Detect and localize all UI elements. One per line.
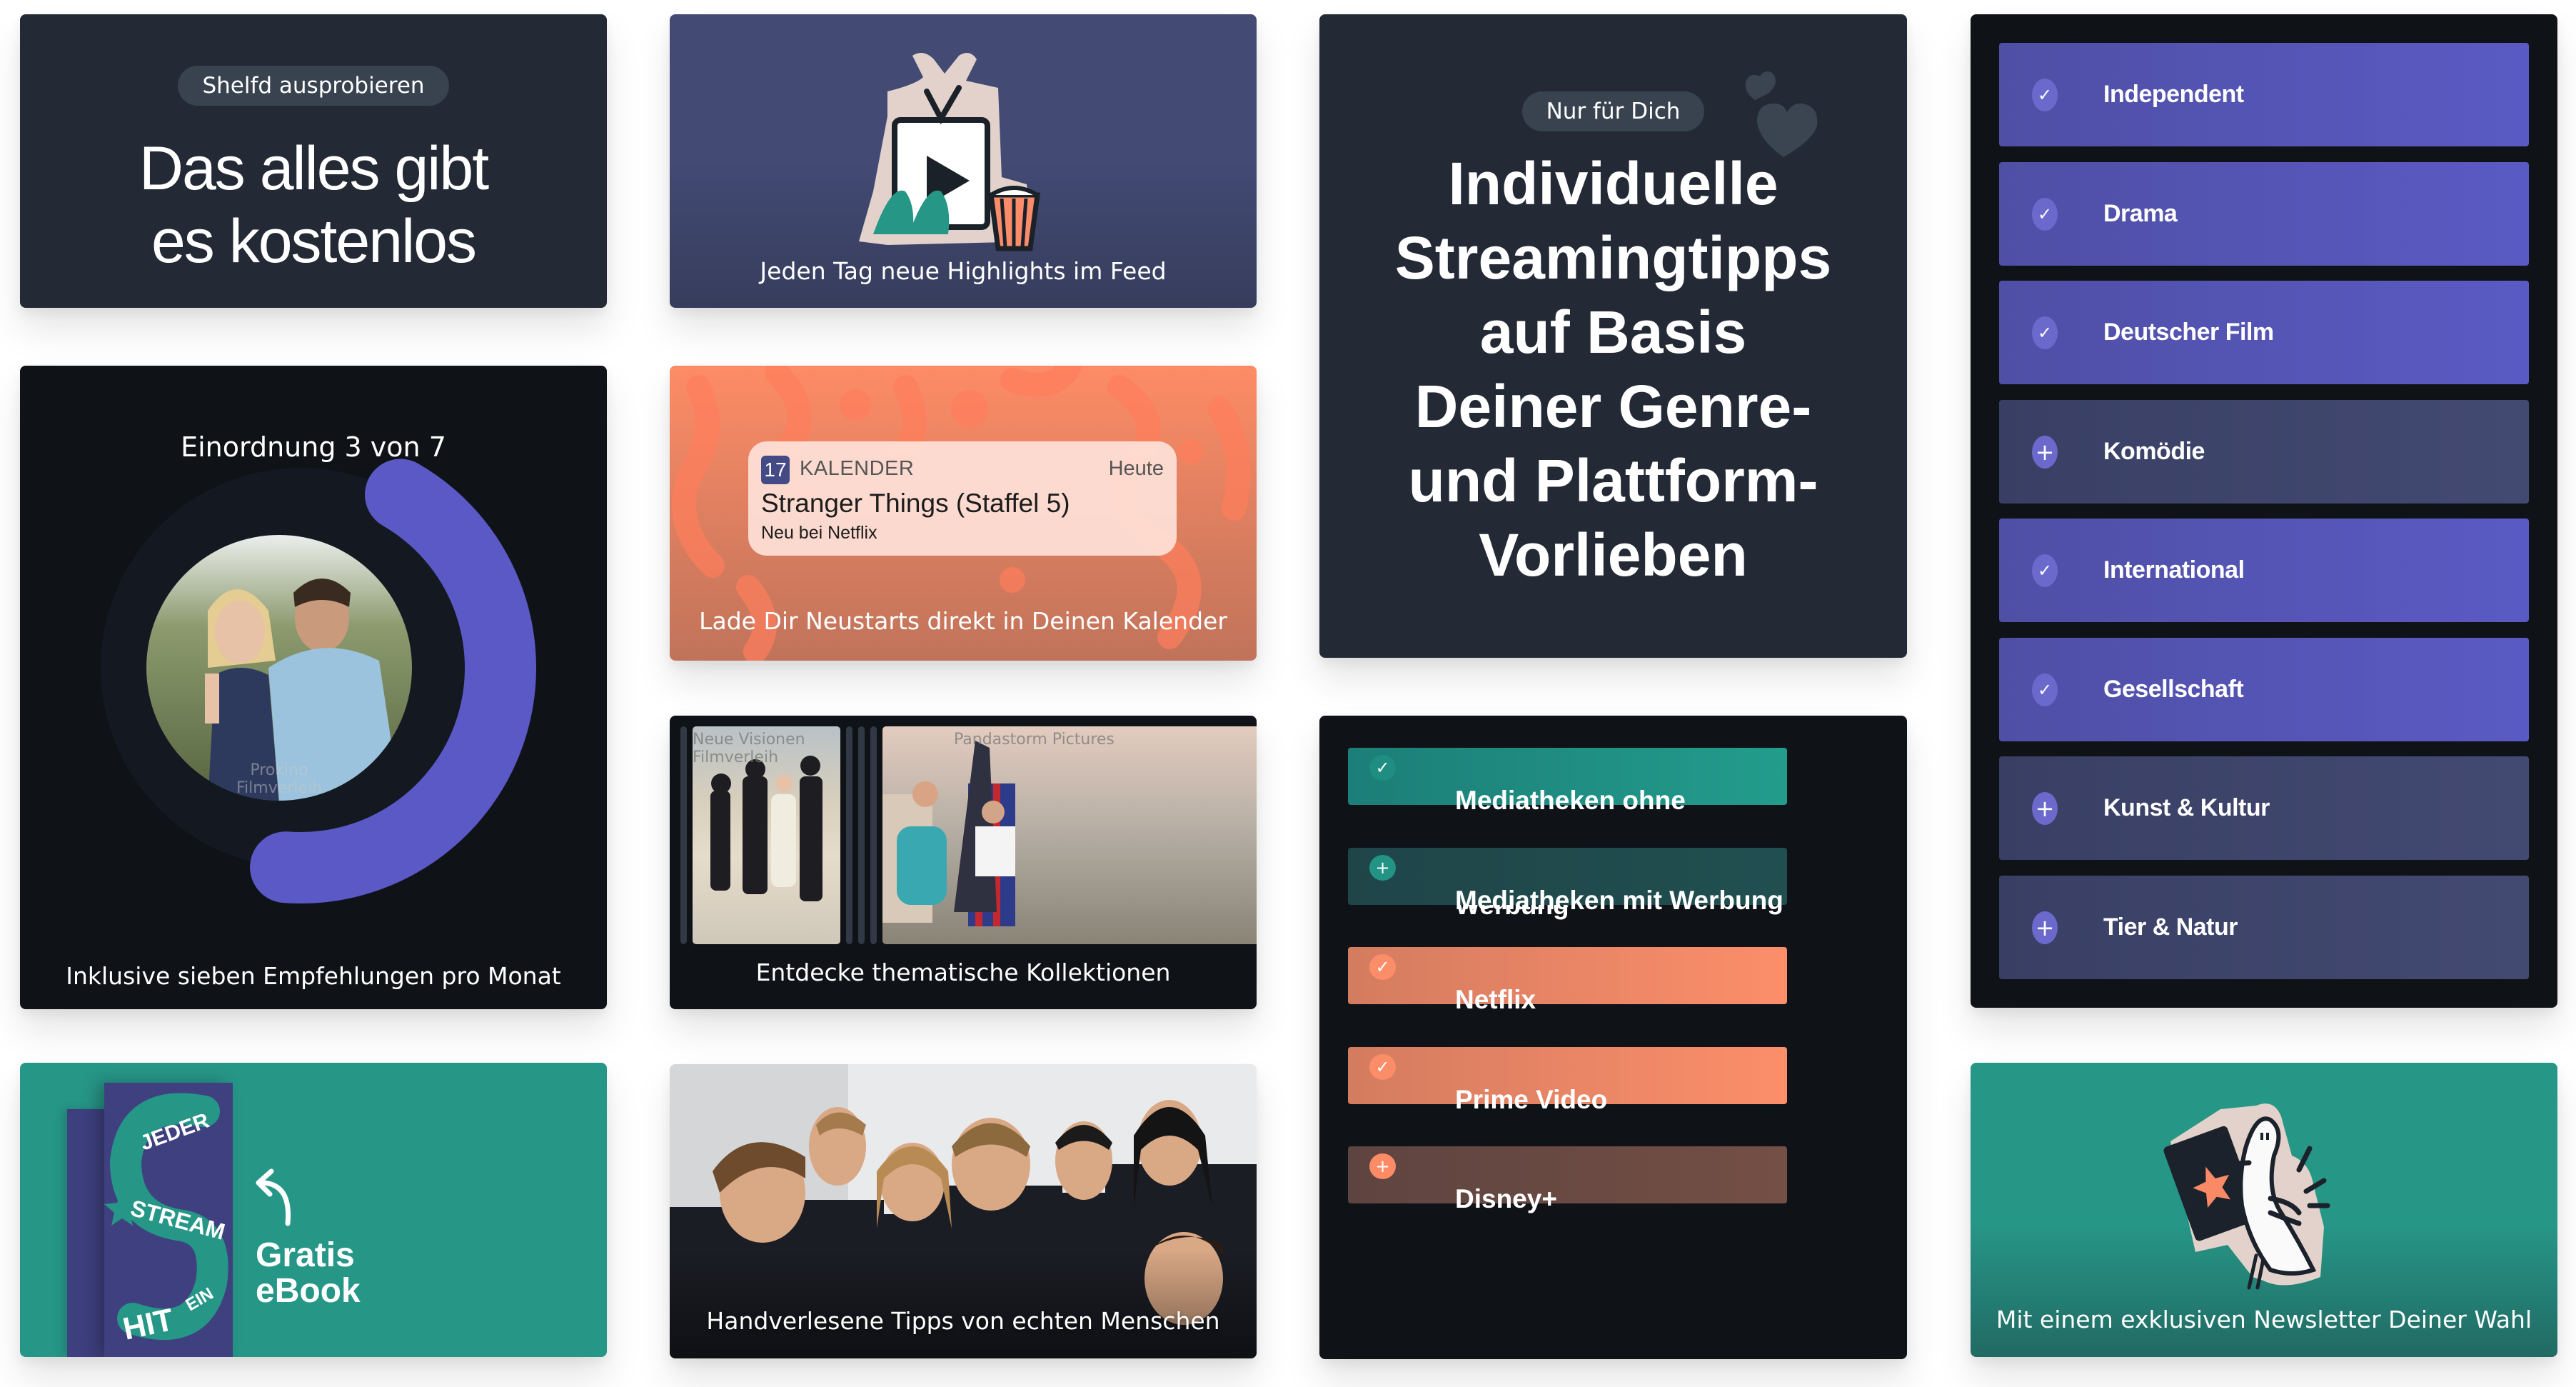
genre-option[interactable]: ✓ Gesellschaft [1999,637,2529,741]
genres-card: ✓ Independent ✓ Drama ✓ Deutscher Film + Komödi… [1971,14,2557,1008]
personalized-card[interactable]: Nur für Dich Individuelle Streamingtipps… [1319,14,1907,658]
notification-time: Heute [1108,457,1164,480]
platforms-card: ✓ Mediatheken ohne Werbung + Mediatheken mi… [1319,716,1907,1359]
collection-poster[interactable]: Pandastorm Pictures [882,726,1257,944]
platform-option[interactable]: ✓ Prime Video [1348,1046,1787,1114]
ebook-label-line: Gratis [256,1236,355,1274]
platform-option[interactable]: ✓ Mediatheken ohne Werbung [1348,748,1787,920]
genre-option[interactable]: + Komödie [1999,399,2529,504]
calendar-notification[interactable]: 17 KALENDER Heute Stranger Things (Staff… [748,441,1177,556]
platform-option-label: Prime Video [1455,1084,1608,1114]
free-trial-headline: Das alles gibt es kostenlos [20,132,607,278]
team-caption: Handverlesene Tipps von echten Menschen [706,1307,1220,1335]
ranking-progress-ring: Prokino Filmverleih [101,459,536,903]
check-icon: ✓ [2032,79,2058,111]
calendar-card[interactable]: 17 KALENDER Heute Stranger Things (Staff… [670,366,1257,661]
ebook-card[interactable]: JEDER STREAM EIN HIT Gratis eBook [20,1063,607,1357]
plus-icon: + [2032,435,2058,469]
platform-option[interactable]: ✓ Netflix [1348,947,1787,1014]
carousel-spacer [858,726,865,944]
check-icon: ✓ [2032,197,2058,231]
check-icon: ✓ [1369,1053,1396,1080]
carousel-spacer [846,726,852,944]
poster-credit: Neue Visionen Filmverleih [693,731,805,766]
headline-line: und Plattform- [1408,447,1818,514]
carousel-spacer [870,726,877,944]
collections-caption: Entdecke thematische Kollektionen [755,958,1171,986]
ranking-card[interactable]: Einordnung 3 von 7 Prokino Filmverleih I… [20,366,607,1009]
headline-line: Individuelle [1448,150,1778,217]
check-icon: ✓ [1369,954,1396,980]
calendar-app-icon: 17 [761,456,790,484]
newsletter-card[interactable]: Mit einem exklusiven Newsletter Deiner W… [1971,1063,2557,1357]
collection-poster[interactable]: Neue Visionen Filmverleih [693,726,840,944]
headline-line: Vorlieben [1479,521,1748,589]
feed-card[interactable]: Jeden Tag neue Highlights im Feed [670,14,1257,308]
genre-option-label: Komödie [2103,437,2205,465]
genre-option[interactable]: ✓ Independent [1999,43,2529,146]
genre-option[interactable]: ✓ Deutscher Film [1999,281,2529,384]
genre-option-label: Deutscher Film [2103,319,2274,346]
calendar-caption: Lade Dir Neustarts direkt in Deinen Kale… [699,607,1227,635]
newsletter-caption: Mit einem exklusiven Newsletter Deiner W… [1996,1306,2532,1333]
notification-subtitle: Neu bei Netflix [761,523,877,543]
free-trial-pill: Shelfd ausprobieren [178,66,449,106]
plus-icon: + [2032,911,2058,944]
genre-option-label: Tier & Natur [2103,913,2238,941]
notification-app-name: KALENDER [800,457,915,480]
feed-caption: Jeden Tag neue Highlights im Feed [760,257,1167,285]
free-trial-card[interactable]: Shelfd ausprobieren Das alles gibt es ko… [20,14,607,308]
plus-icon: + [1369,854,1396,881]
ebook-cover-art: JEDER STREAM EIN HIT [104,1093,228,1347]
platform-option-label: Netflix [1455,985,1536,1014]
pigeon-letter-icon [2163,1103,2330,1290]
genre-option-label: Kunst & Kultur [2103,794,2270,821]
genre-option[interactable]: + Tier & Natur [1999,875,2529,979]
curved-arrow-icon [256,1168,291,1226]
poster-image [882,741,1015,926]
genre-option[interactable]: ✓ Drama [1999,161,2529,266]
notification-title: Stranger Things (Staffel 5) [761,489,1070,518]
photo-credit: Prokino [250,761,308,779]
headline-line: es kostenlos [151,207,477,276]
photo-credit: Filmverleih [236,779,322,797]
platform-option[interactable]: + Mediatheken mit Werbung [1348,847,1787,915]
poster-credit: Pandastorm Pictures [954,731,1115,748]
platform-option[interactable]: + Disney+ [1348,1146,1787,1213]
carousel-spacer [680,726,687,944]
headline-line: Streamingtipps [1394,224,1832,291]
genre-option[interactable]: + Kunst & Kultur [1999,756,2529,860]
plus-icon: + [1369,1153,1396,1179]
check-icon: ✓ [2032,673,2058,706]
team-photo-card[interactable]: Handverlesene Tipps von echten Menschen [670,1064,1257,1358]
personal-headline: Individuelle Streamingtipps auf Basis De… [1319,146,1907,592]
ebook-label-line: eBook [256,1272,361,1310]
personal-pill: Nur für Dich [1521,91,1705,131]
headline-line: Deiner Genre- [1414,373,1812,440]
genre-option-label: Independent [2103,81,2244,108]
plus-icon: + [2032,792,2058,825]
headline-line: Das alles gibt [139,134,489,203]
collections-card[interactable]: Neue Visionen Filmverleih Pandastorm Pic… [670,716,1257,1009]
ranking-caption: Inklusive sieben Empfehlungen pro Monat [66,962,561,990]
check-icon: ✓ [2032,554,2058,587]
headline-line: auf Basis [1479,299,1747,366]
check-icon: ✓ [1369,755,1396,781]
genre-option-label: Drama [2103,199,2178,227]
tv-popcorn-icon [859,53,1040,251]
platform-option-label: Disney+ [1455,1184,1557,1213]
check-icon: ✓ [2032,316,2058,349]
ebook-label: Gratis eBook [256,1238,361,1309]
platform-option-label: Mediatheken mit Werbung [1455,885,1783,915]
genre-option-label: Gesellschaft [2103,675,2244,703]
genre-option[interactable]: ✓ International [1999,519,2529,622]
genre-option-label: International [2103,556,2245,584]
